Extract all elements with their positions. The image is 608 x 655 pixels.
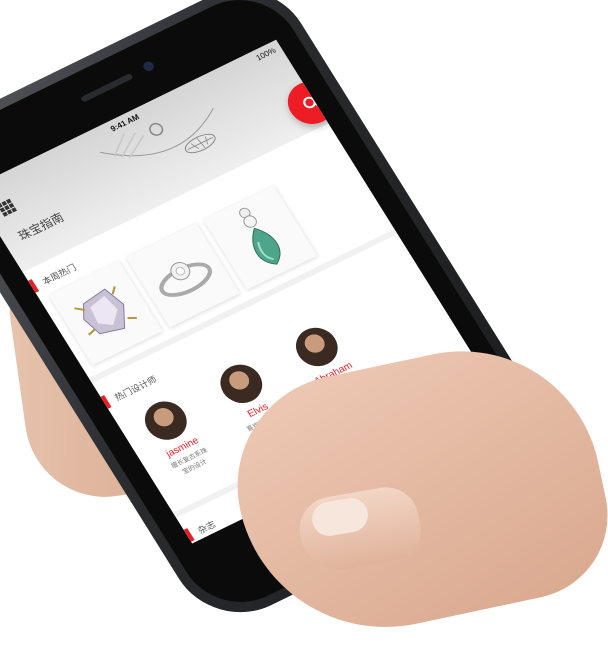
section-accent-bar <box>183 528 195 542</box>
search-icon <box>303 96 322 109</box>
battery-level: 100% <box>254 45 278 62</box>
grid-icon[interactable] <box>0 198 17 217</box>
earpiece-speaker <box>80 72 134 103</box>
front-camera <box>141 59 156 73</box>
app-title: 珠宝指南 <box>15 210 67 244</box>
crystal-brooch-image <box>74 286 137 336</box>
section-title: 杂志 <box>195 518 218 536</box>
diamond-ring-image <box>159 262 212 297</box>
section-title: 热门设计师 <box>112 373 159 403</box>
section-header-magazine: 杂志 <box>183 515 220 544</box>
section-accent-bar <box>100 395 112 409</box>
section-accent-bar <box>28 279 40 293</box>
search-button[interactable] <box>279 74 343 132</box>
teardrop-pendant-image <box>239 207 281 265</box>
